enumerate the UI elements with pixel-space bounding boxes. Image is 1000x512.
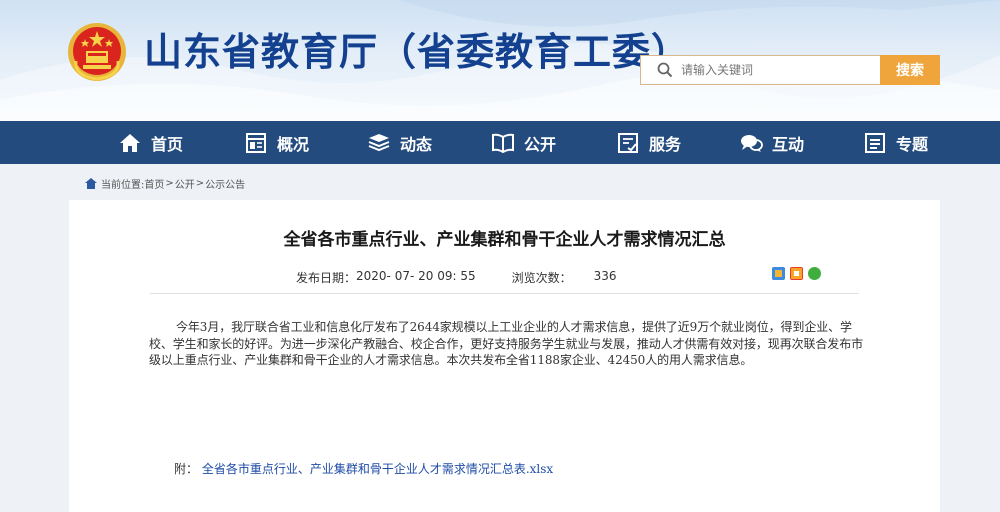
main-nav: 首页 概况 动态 公开 服务 互动 专题 <box>0 121 1000 164</box>
news-stack-icon <box>368 133 390 151</box>
breadcrumb-link-open[interactable]: 公开 <box>175 176 195 191</box>
service-icon <box>618 132 638 153</box>
nav-item-service[interactable]: 服务 <box>616 121 681 164</box>
nav-item-home[interactable]: 首页 <box>118 121 183 164</box>
publish-date: 2020- 07- 20 09: 55 <box>356 269 476 283</box>
article-meta: 发布日期： 2020- 07- 20 09: 55 浏览次数： 336 <box>296 269 617 285</box>
share-wechat-icon[interactable] <box>808 267 821 280</box>
site-header: 山东省教育厅（省委教育工委） 搜索 <box>0 0 1000 121</box>
home-icon <box>120 133 140 152</box>
nav-item-news[interactable]: 动态 <box>367 121 432 164</box>
nav-item-label: 首页 <box>151 134 184 154</box>
article-title: 全省各市重点行业、产业集群和骨干企业人才需求情况汇总 <box>283 230 726 250</box>
search-box[interactable] <box>640 55 880 85</box>
nav-item-label: 服务 <box>649 134 682 154</box>
attachment-link[interactable]: 全省各市重点行业、产业集群和骨干企业人才需求情况汇总表.xlsx <box>202 462 553 476</box>
breadcrumb-home-icon <box>85 177 97 189</box>
article-card: 全省各市重点行业、产业集群和骨干企业人才需求情况汇总 发布日期： 2020- 0… <box>69 200 940 512</box>
meta-divider <box>150 293 859 294</box>
share-weibo-icon[interactable] <box>790 267 803 280</box>
nav-item-label: 专题 <box>896 134 929 154</box>
national-emblem-icon <box>68 23 126 81</box>
breadcrumb: 当前位置: 首页 > 公开 > 公示公告 <box>85 176 245 191</box>
breadcrumb-prefix: 当前位置: <box>101 179 145 191</box>
breadcrumb-separator: > <box>195 177 205 189</box>
breadcrumb-link-home[interactable]: 首页 <box>144 176 164 191</box>
topic-icon <box>865 132 885 153</box>
open-book-icon <box>492 133 514 153</box>
attachment: 附： 全省各市重点行业、产业集群和骨干企业人才需求情况汇总表.xlsx <box>174 460 553 477</box>
breadcrumb-link-notices[interactable]: 公示公告 <box>205 176 245 191</box>
article-body: 今年3月，我厅联合省工业和信息化厅发布了2644家规模以上工业企业的人才需求信息… <box>149 320 864 367</box>
views-count: 336 <box>593 269 617 283</box>
share-icons <box>772 267 821 280</box>
nav-item-overview[interactable]: 概况 <box>244 121 309 164</box>
publish-date-label: 发布日期： <box>296 271 357 285</box>
site-title: 山东省教育厅（省委教育工委） <box>144 30 691 74</box>
nav-item-interact[interactable]: 互动 <box>739 121 804 164</box>
attachment-label: 附： <box>174 462 199 476</box>
nav-item-label: 公开 <box>524 134 557 154</box>
views-label: 浏览次数： <box>511 271 572 285</box>
breadcrumb-separator: > <box>165 177 174 189</box>
overview-icon <box>246 132 266 153</box>
search-input[interactable] <box>681 63 871 77</box>
share-qzone-icon[interactable] <box>772 267 785 280</box>
search-icon <box>657 62 673 78</box>
chat-icon <box>741 134 763 152</box>
nav-item-label: 互动 <box>772 134 805 154</box>
search-button[interactable]: 搜索 <box>880 55 940 85</box>
nav-item-topic[interactable]: 专题 <box>863 121 928 164</box>
nav-item-label: 概况 <box>277 134 310 154</box>
nav-item-open[interactable]: 公开 <box>491 121 556 164</box>
nav-item-label: 动态 <box>400 134 433 154</box>
